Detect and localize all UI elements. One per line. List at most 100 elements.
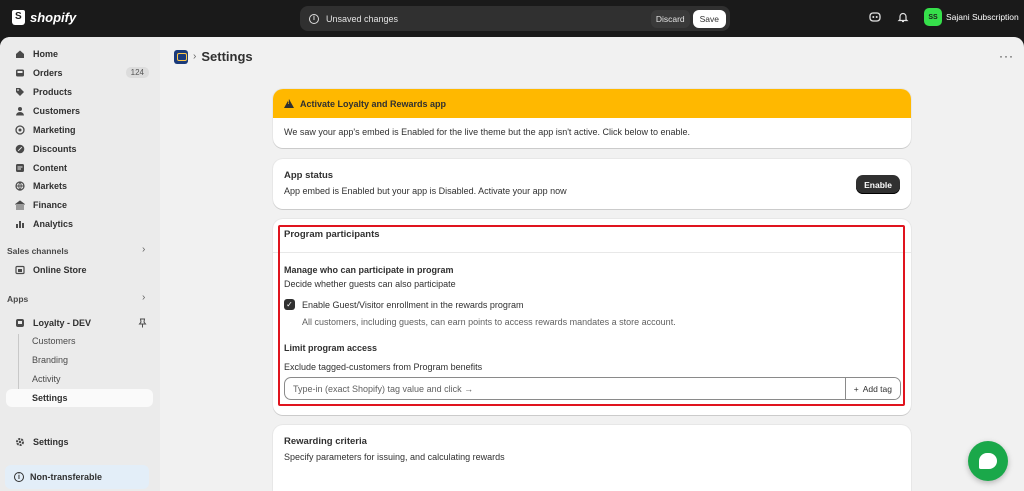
program-participants-card: Program participants Manage who can part… <box>273 219 911 415</box>
sidebar-item-customers[interactable]: Customers <box>6 102 153 120</box>
sidebar-item-label: Online Store <box>33 265 87 275</box>
checkbox-help-text: All customers, including guests, can ear… <box>302 317 676 327</box>
chevron-right-icon[interactable]: › <box>142 292 145 303</box>
sidebar-subitem-activity[interactable]: Activity <box>6 370 153 388</box>
inbox-icon <box>15 68 25 78</box>
divider <box>273 252 911 253</box>
app-icon <box>15 318 25 328</box>
sidebar-item-orders[interactable]: Orders 124 <box>6 64 153 82</box>
guest-enrollment-checkbox-row[interactable]: ✓ Enable Guest/Visitor enrollment in the… <box>284 299 523 310</box>
sidebar-item-loyalty-app[interactable]: Loyalty - DEV <box>6 314 153 332</box>
discount-icon <box>15 144 25 154</box>
store-name: Sajani Subscription <box>946 12 1019 22</box>
tag-input[interactable] <box>285 378 845 399</box>
sidebar-item-label: Discounts <box>33 144 77 154</box>
non-transferable-label: Non-transferable <box>30 472 103 482</box>
store-menu-button[interactable]: SS Sajani Subscription <box>924 8 1024 26</box>
banner-text: We saw your app's embed is Enabled for t… <box>284 127 690 137</box>
loyalty-app-icon[interactable] <box>174 49 188 64</box>
add-tag-label: Add tag <box>862 383 892 394</box>
banner-title: Activate Loyalty and Rewards app <box>300 98 447 109</box>
shopify-bag-icon <box>12 10 25 25</box>
top-right-actions: SS Sajani Subscription <box>868 8 1024 26</box>
bell-icon[interactable] <box>896 10 910 24</box>
shopify-logo[interactable]: shopify <box>12 10 76 25</box>
sidebar-item-label: Finance <box>33 200 68 210</box>
info-icon: i <box>14 472 24 482</box>
app-status-card: App status App embed is Enabled but your… <box>273 159 911 209</box>
sidebar-item-finance[interactable]: Finance <box>6 196 153 214</box>
pin-icon[interactable] <box>138 318 147 330</box>
globe-icon <box>15 181 25 191</box>
activate-banner: Activate Loyalty and Rewards app We saw … <box>273 89 911 148</box>
sidebar-item-label: Analytics <box>33 219 74 229</box>
save-button[interactable]: Save <box>692 9 726 28</box>
chevron-right-icon[interactable]: › <box>142 244 145 255</box>
sidebar-item-markets[interactable]: Markets <box>6 177 153 195</box>
plus-icon: + <box>853 383 859 394</box>
gear-icon <box>15 437 25 447</box>
sidebar: Home Orders 124 Products Customers Marke… <box>0 37 160 491</box>
home-icon <box>15 49 25 59</box>
checkbox-label: Enable Guest/Visitor enrollment in the r… <box>302 299 524 310</box>
app-status-text: App embed is Enabled but your app is Dis… <box>284 186 567 196</box>
unsaved-message: Unsaved changes <box>326 13 399 24</box>
sidebar-item-label: Orders <box>33 68 63 78</box>
limit-title: Limit program access <box>284 343 378 353</box>
sidebar-item-marketing[interactable]: Marketing <box>6 121 153 139</box>
limit-text: Exclude tagged-customers from Program be… <box>284 362 483 372</box>
guest-enrollment-checkbox[interactable]: ✓ <box>284 299 295 310</box>
page-title: Settings <box>201 49 253 64</box>
sidebar-item-label: Content <box>33 163 67 173</box>
unsaved-changes-bar: i Unsaved changes Discard Save <box>300 6 730 31</box>
main-frame: Home Orders 124 Products Customers Marke… <box>0 37 1024 491</box>
non-transferable-notice[interactable]: i Non-transferable <box>5 465 149 489</box>
warning-icon <box>284 99 294 108</box>
chat-icon <box>979 453 997 469</box>
chart-icon <box>15 219 25 229</box>
discard-button[interactable]: Discard <box>650 9 690 28</box>
sidebar-item-label: Home <box>33 49 59 59</box>
sidebar-item-label: Markets <box>33 181 68 191</box>
sidebar-item-label: Loyalty - DEV <box>33 318 92 328</box>
tag-input-group: + Add tag <box>284 377 901 400</box>
sidebar-item-content[interactable]: Content <box>6 159 153 177</box>
sales-channels-heading[interactable]: Sales channels <box>7 246 68 256</box>
sidebar-subitem-settings[interactable]: Settings <box>6 389 153 407</box>
store-icon <box>15 265 25 275</box>
sidebar-subitem-branding[interactable]: Branding <box>6 351 153 369</box>
manage-text: Decide whether guests can also participa… <box>284 279 456 289</box>
sidebar-item-products[interactable]: Products <box>6 83 153 101</box>
more-actions-icon[interactable]: ··· <box>999 49 1014 63</box>
chevron-right-icon: › <box>193 51 197 62</box>
info-icon: i <box>309 13 319 24</box>
orders-count-badge: 124 <box>125 67 149 78</box>
manage-title: Manage who can participate in program <box>284 265 454 275</box>
target-icon <box>15 125 25 135</box>
sidebar-item-label: Customers <box>33 106 81 116</box>
tag-icon <box>15 87 25 97</box>
brand-name: shopify <box>30 10 77 25</box>
sidebar-item-label: Products <box>33 87 73 97</box>
breadcrumb: › Settings <box>174 49 253 64</box>
participants-title: Program participants <box>284 229 380 240</box>
rewarding-criteria-card: Rewarding criteria Specify parameters fo… <box>273 425 911 491</box>
person-icon <box>15 106 25 116</box>
bank-icon <box>15 200 25 210</box>
banner-header: Activate Loyalty and Rewards app <box>273 89 911 118</box>
enable-button[interactable]: Enable <box>856 175 900 194</box>
sidebar-item-discounts[interactable]: Discounts <box>6 140 153 158</box>
sidebar-item-settings[interactable]: Settings <box>6 433 153 451</box>
sidebar-item-analytics[interactable]: Analytics <box>6 215 153 233</box>
sidebar-item-label: Marketing <box>33 125 76 135</box>
add-tag-button[interactable]: + Add tag <box>844 378 900 399</box>
sidebar-item-home[interactable]: Home <box>6 45 153 63</box>
rewarding-text: Specify parameters for issuing, and calc… <box>284 452 505 462</box>
top-bar: shopify i Unsaved changes Discard Save S… <box>0 0 1024 37</box>
sidekick-icon[interactable] <box>868 10 882 24</box>
content-icon <box>15 163 25 173</box>
sidebar-subitem-customers[interactable]: Customers <box>6 332 153 350</box>
apps-heading[interactable]: Apps <box>7 294 28 304</box>
chat-button[interactable] <box>968 441 1008 481</box>
sidebar-item-online-store[interactable]: Online Store <box>6 261 153 279</box>
